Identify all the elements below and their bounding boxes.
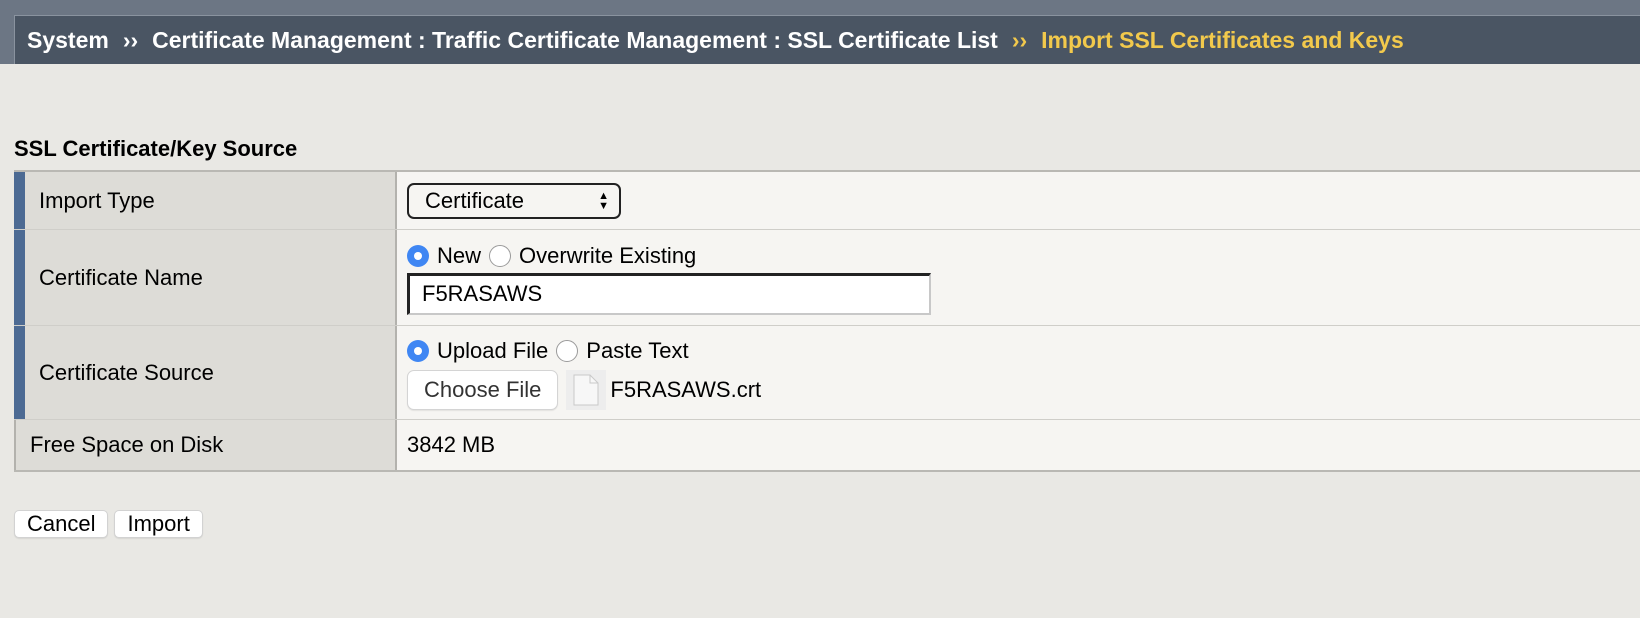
breadcrumb: System ›› Certificate Management : Traff… bbox=[14, 15, 1640, 64]
file-picker: Choose File F5RASAWS.crt bbox=[407, 369, 1640, 410]
import-type-selected-value: Certificate bbox=[425, 187, 525, 213]
import-form-table: Import Type Certificate ▲ ▼ Certificate N… bbox=[14, 170, 1640, 472]
breadcrumb-separator: ›› bbox=[122, 26, 139, 53]
certificate-name-label: Certificate Name bbox=[14, 230, 397, 325]
free-space-label: Free Space on Disk bbox=[14, 420, 397, 470]
row-certificate-source: Certificate Source Upload File Paste Tex… bbox=[14, 326, 1640, 420]
import-type-label: Import Type bbox=[14, 172, 397, 229]
row-import-type: Import Type Certificate ▲ ▼ bbox=[14, 172, 1640, 230]
radio-overwrite-existing[interactable] bbox=[489, 244, 512, 267]
breadcrumb-item-system[interactable]: System bbox=[27, 27, 109, 54]
form-actions: Cancel Import bbox=[14, 510, 203, 538]
section-title: SSL Certificate/Key Source bbox=[14, 136, 298, 161]
radio-paste-text-label[interactable]: Paste Text bbox=[586, 338, 688, 364]
choose-file-button[interactable]: Choose File bbox=[407, 369, 559, 410]
free-space-value: 3842 MB bbox=[397, 420, 1640, 470]
select-arrows-icon: ▲ ▼ bbox=[598, 189, 609, 212]
radio-new[interactable] bbox=[407, 244, 429, 267]
selected-file-name: F5RASAWS.crt bbox=[610, 376, 762, 402]
certificate-name-input[interactable] bbox=[407, 272, 931, 315]
certificate-source-label: Certificate Source bbox=[14, 326, 397, 419]
radio-new-label[interactable]: New bbox=[437, 243, 481, 269]
certificate-name-mode: New Overwrite Existing bbox=[407, 241, 1640, 271]
certificate-source-mode: Upload File Paste Text bbox=[407, 336, 1640, 366]
cancel-button[interactable]: Cancel bbox=[14, 510, 109, 538]
radio-upload-file-label[interactable]: Upload File bbox=[437, 338, 548, 364]
row-free-space: Free Space on Disk 3842 MB bbox=[14, 420, 1640, 470]
breadcrumb-separator: ›› bbox=[1011, 26, 1028, 53]
breadcrumb-item-current: Import SSL Certificates and Keys bbox=[1041, 26, 1404, 53]
row-certificate-name: Certificate Name New Overwrite Existing bbox=[14, 230, 1640, 326]
import-button[interactable]: Import bbox=[114, 510, 203, 538]
file-icon bbox=[566, 369, 607, 410]
import-type-select[interactable]: Certificate ▲ ▼ bbox=[407, 182, 621, 219]
radio-paste-text[interactable] bbox=[556, 339, 579, 362]
radio-overwrite-existing-label[interactable]: Overwrite Existing bbox=[519, 243, 696, 269]
breadcrumb-item-ssl-certificate-list[interactable]: Certificate Management : Traffic Certifi… bbox=[152, 27, 998, 54]
radio-upload-file[interactable] bbox=[407, 339, 429, 362]
